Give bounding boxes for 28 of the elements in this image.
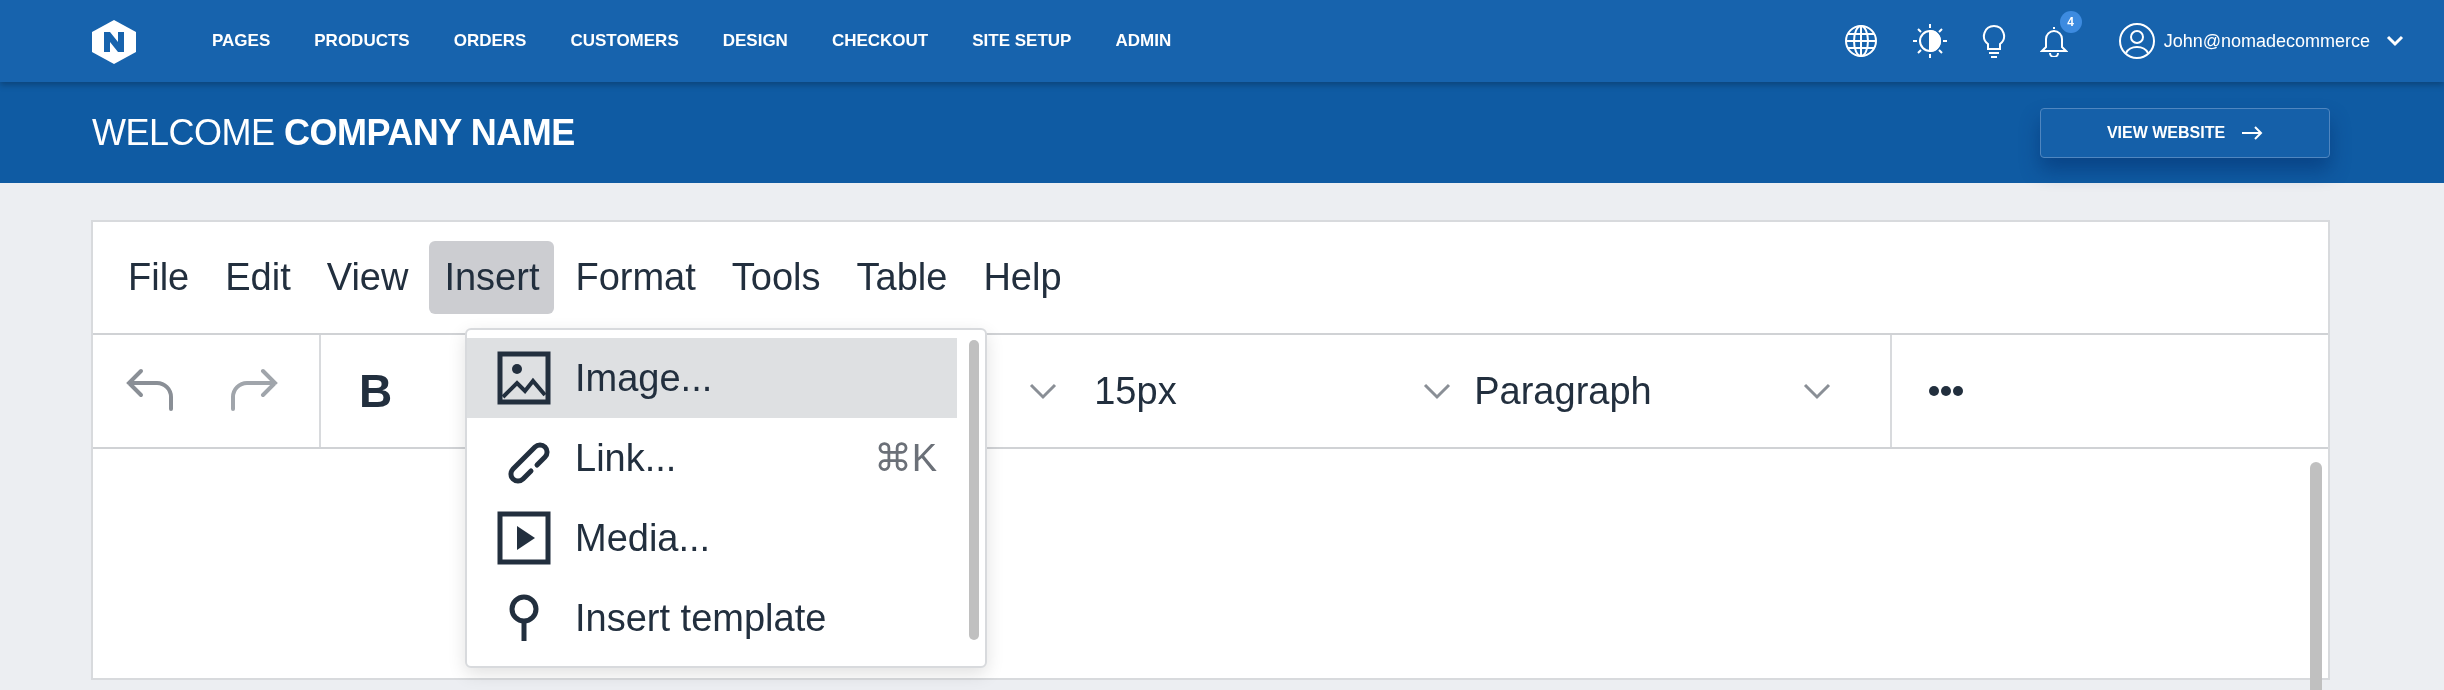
nav-link-item[interactable]: DESIGN <box>722 28 788 54</box>
shortcut-text: ⌘K <box>873 435 937 481</box>
block-format-select[interactable]: Paragraph <box>1468 361 1839 421</box>
nav-link-item[interactable]: PRODUCTS <box>314 28 410 54</box>
nav-link-item[interactable]: ORDERS <box>453 28 527 54</box>
menu-item[interactable]: Insert <box>429 241 555 314</box>
welcome-title: WELCOME COMPANY NAME <box>92 110 575 155</box>
nav-link-item[interactable]: CUSTOMERS <box>570 28 679 54</box>
menu-item[interactable]: Table <box>841 241 963 314</box>
font-size-select[interactable]: 15px <box>1088 361 1459 421</box>
view-website-button[interactable]: VIEW WEBSITE <box>2040 107 2330 158</box>
nav-link-item[interactable]: SITE SETUP <box>972 28 1072 54</box>
menu-item[interactable]: Insert template <box>467 578 957 658</box>
menu-item[interactable]: Media... <box>467 498 957 578</box>
nav-link-item[interactable]: PAGES <box>212 28 271 54</box>
nav-link-item[interactable]: ADMIN <box>1115 28 1172 54</box>
bold-button[interactable]: B <box>353 355 399 427</box>
menu-item[interactable]: Help <box>968 241 1077 314</box>
notification-count: 4 <box>2059 11 2082 33</box>
menu-item[interactable]: File <box>113 241 205 314</box>
menu-item[interactable]: Tools <box>716 241 836 314</box>
menu-item[interactable]: View <box>311 241 424 314</box>
menu-item[interactable]: Image... <box>467 338 957 418</box>
menu-item[interactable]: Format <box>560 241 711 314</box>
menu-item[interactable]: Edit <box>210 241 306 314</box>
user-email[interactable]: John@nomadecommerce <box>2163 27 2370 55</box>
nav-link-item[interactable]: CHECKOUT <box>831 28 929 54</box>
menu-item[interactable]: Link... ⌘K <box>467 418 957 498</box>
